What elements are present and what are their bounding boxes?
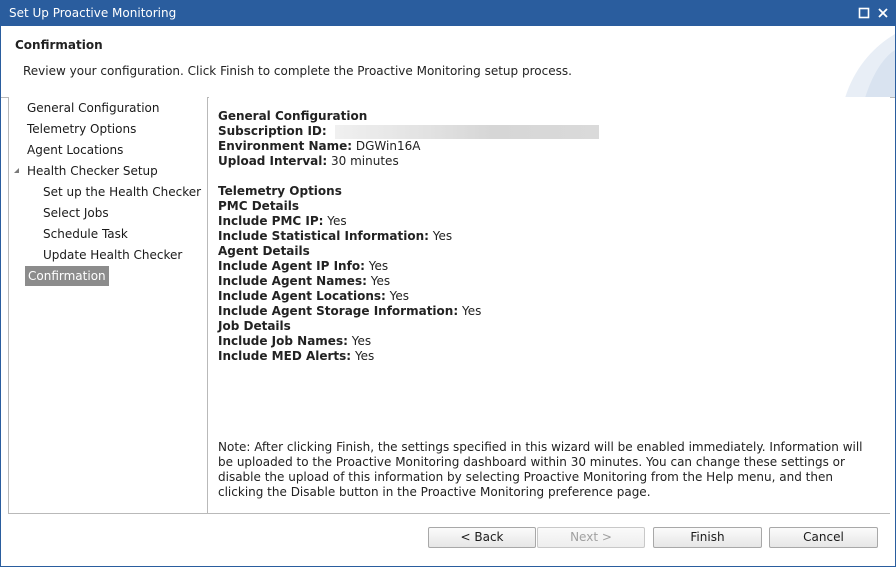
upload-interval-label: Upload Interval: [218, 154, 328, 168]
nav-item-update-health-checker[interactable]: Update Health Checker [40, 245, 185, 265]
wizard-window: Set Up Proactive Monitoring Confirmation… [0, 0, 896, 567]
include-agent-ip-value: Yes [368, 259, 389, 273]
nav-item-agent-locations[interactable]: Agent Locations [24, 140, 126, 160]
section-heading-pmc: PMC Details [218, 199, 300, 213]
section-heading-job: Job Details [218, 319, 291, 333]
include-pmc-ip-label: Include PMC IP: [218, 214, 324, 228]
include-statistical-info-label: Include Statistical Information: [218, 229, 429, 243]
nav-item-telemetry-options[interactable]: Telemetry Options [24, 119, 139, 139]
include-agent-ip-label: Include Agent IP Info: [218, 259, 365, 273]
wizard-nav: General Configuration Telemetry Options … [9, 97, 208, 514]
nav-item-general-configuration[interactable]: General Configuration [24, 98, 163, 118]
nav-item-confirmation[interactable]: Confirmation [25, 266, 109, 286]
include-agent-names-label: Include Agent Names: [218, 274, 367, 288]
finish-note: Note: After clicking Finish, the setting… [218, 440, 882, 500]
footer-divider [8, 513, 890, 514]
environment-name-value: DGWin16A [355, 139, 421, 153]
upload-interval-value: 30 minutes [331, 154, 399, 168]
back-button[interactable]: < Back [428, 527, 536, 548]
include-statistical-info-value: Yes [432, 229, 453, 243]
include-agent-locations-value: Yes [389, 289, 410, 303]
window-title: Set Up Proactive Monitoring [9, 6, 177, 20]
nav-item-set-up-health-checker[interactable]: Set up the Health Checker [40, 182, 204, 202]
next-button[interactable]: Next > [537, 527, 645, 548]
wizard-header: Confirmation Review your configuration. … [1, 26, 895, 98]
header-decoration-icon [845, 34, 895, 98]
nav-item-schedule-task[interactable]: Schedule Task [40, 224, 131, 244]
page-title: Confirmation [15, 38, 103, 52]
include-agent-locations-label: Include Agent Locations: [218, 289, 386, 303]
maximize-icon[interactable] [856, 5, 872, 21]
environment-name-label: Environment Name: [218, 139, 353, 153]
wizard-body: General Configuration Telemetry Options … [8, 97, 890, 514]
tree-expanded-arrow-icon[interactable] [13, 167, 21, 175]
note-line: disable the upload of this information b… [218, 470, 833, 484]
include-agent-names-value: Yes [370, 274, 391, 288]
subscription-id-label: Subscription ID: [218, 124, 327, 138]
confirmation-content: General Configuration Subscription ID: E… [209, 97, 890, 514]
nav-item-health-checker-setup[interactable]: Health Checker Setup [24, 161, 161, 181]
note-line: Note: After clicking Finish, the setting… [218, 440, 863, 454]
finish-button[interactable]: Finish [653, 527, 762, 548]
include-job-names-label: Include Job Names: [218, 334, 348, 348]
configuration-summary: General Configuration Subscription ID: E… [218, 109, 878, 364]
include-agent-storage-label: Include Agent Storage Information: [218, 304, 459, 318]
nav-item-select-jobs[interactable]: Select Jobs [40, 203, 112, 223]
subscription-id-redacted [334, 124, 599, 139]
include-agent-storage-value: Yes [461, 304, 482, 318]
page-description: Review your configuration. Click Finish … [23, 64, 572, 78]
section-heading-general: General Configuration [218, 109, 368, 123]
title-bar[interactable]: Set Up Proactive Monitoring [1, 1, 895, 26]
close-icon[interactable] [875, 5, 891, 21]
note-line: clicking the Disable button in the Proac… [218, 485, 651, 499]
cancel-button[interactable]: Cancel [769, 527, 878, 548]
section-heading-telemetry: Telemetry Options [218, 184, 342, 198]
note-line: be uploaded to the Proactive Monitoring … [218, 455, 845, 469]
include-job-names-value: Yes [351, 334, 372, 348]
section-heading-agent: Agent Details [218, 244, 310, 258]
include-pmc-ip-value: Yes [327, 214, 347, 228]
include-med-alerts-label: Include MED Alerts: [218, 349, 352, 363]
include-med-alerts-value: Yes [354, 349, 375, 363]
